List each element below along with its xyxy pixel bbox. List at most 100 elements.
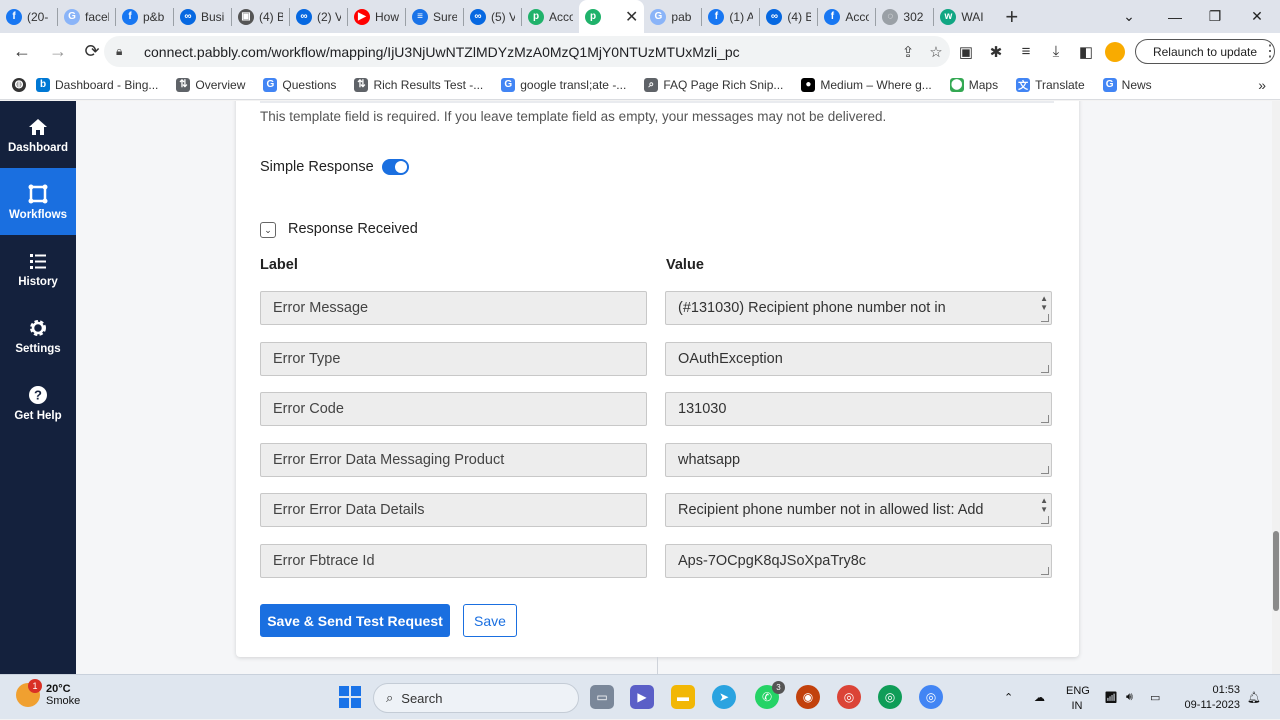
tab[interactable]: ≡ Sure [406, 0, 463, 33]
media-icon[interactable]: ≡ [1015, 41, 1037, 63]
chrome-icon[interactable]: ◎ [837, 685, 861, 709]
bookmark-item[interactable]: ⬤ Maps [949, 77, 998, 92]
url-text[interactable]: connect.pabbly.com/workflow/mapping/IjU3… [144, 44, 894, 60]
resize-grip-icon[interactable] [1041, 516, 1049, 524]
label-field[interactable]: Error Error Data Messaging Product [260, 443, 647, 477]
reload-button[interactable]: ⟳ [78, 38, 106, 66]
tab[interactable]: ∞ (4) B [760, 0, 817, 33]
file-explorer-icon[interactable]: ▬ [671, 685, 695, 709]
download-icon[interactable]: ⤓ [1045, 41, 1067, 63]
chrome-profile-icon[interactable]: ◎ [878, 685, 902, 709]
value-field[interactable]: whatsapp [665, 443, 1052, 477]
forward-button[interactable]: → [44, 38, 72, 66]
teams-icon[interactable]: ▶ [630, 685, 654, 709]
scroll-spinner-icon[interactable]: ▲ ▼ [1040, 496, 1048, 514]
weather-widget[interactable]: 1 20°C Smoke [16, 679, 80, 707]
chrome-alt-icon[interactable]: ◎ [919, 685, 943, 709]
value-field[interactable]: Recipient phone number not in allowed li… [665, 493, 1052, 527]
resize-grip-icon[interactable] [1041, 365, 1049, 373]
extension-m-icon[interactable]: ▣ [955, 41, 977, 63]
sidebar-item-history[interactable]: History [0, 235, 76, 302]
resize-grip-icon[interactable] [1041, 466, 1049, 474]
wifi-icon[interactable]: 📶︎ [1104, 675, 1118, 720]
taskbar-search[interactable]: ⌕ Search [373, 683, 579, 713]
cloud-icon[interactable]: ☁ [1034, 675, 1045, 720]
share-icon[interactable]: ⇪ [894, 43, 922, 61]
address-bar[interactable]: 🔒︎ connect.pabbly.com/workflow/mapping/I… [104, 36, 950, 67]
resize-grip-icon[interactable] [1041, 415, 1049, 423]
battery-icon[interactable]: ▭ [1150, 675, 1160, 720]
relaunch-button[interactable]: Relaunch to update [1135, 39, 1275, 64]
save-button[interactable]: Save [463, 604, 517, 637]
tab[interactable]: ▶ How [348, 0, 405, 33]
tab-search-icon[interactable]: ⌄ [1106, 0, 1152, 33]
value-field[interactable]: OAuthException [665, 342, 1052, 376]
sidebar-item-dashboard[interactable]: Dashboard [0, 101, 76, 168]
tab[interactable]: ∞ (2) V [290, 0, 347, 33]
value-field[interactable]: (#131030) Recipient phone number not in ▲… [665, 291, 1052, 325]
menu-icon[interactable]: ⋮ [1262, 33, 1278, 70]
scrollbar-thumb[interactable] [1273, 531, 1279, 611]
bookmark-item[interactable]: ⇅ Overview [176, 77, 245, 92]
tab[interactable]: f (20- [0, 0, 57, 33]
profile-avatar[interactable] [1105, 41, 1125, 62]
chevron-up-icon[interactable]: ⌃ [1004, 675, 1013, 720]
tab[interactable]: p ✕ [579, 0, 645, 33]
tab[interactable]: f Acco [818, 0, 875, 33]
sidebar-item-get-help[interactable]: ? Get Help [0, 369, 76, 436]
maximize-button[interactable]: ❐ [1192, 0, 1238, 33]
bookmark-item[interactable]: Ggoogle transl;ate -... [501, 77, 626, 92]
lock-icon[interactable]: 🔒︎ [116, 44, 132, 59]
tab[interactable]: Gfacel [58, 0, 115, 33]
volume-icon[interactable]: 🔊︎ [1126, 675, 1133, 720]
bookmark-item[interactable]: 文 Translate [1016, 77, 1085, 92]
language-indicator[interactable]: ENG IN [1066, 684, 1090, 714]
close-window-button[interactable]: ✕ [1234, 0, 1280, 33]
resize-grip-icon[interactable] [1041, 567, 1049, 575]
chevron-down-icon[interactable]: ⌄ [260, 222, 276, 238]
sidebar-item-settings[interactable]: Settings [0, 302, 76, 369]
page-scrollbar[interactable] [1272, 101, 1280, 674]
bookmark-item[interactable]: b Dashboard - Bing... [36, 77, 158, 92]
apps-icon[interactable]: ◍ [12, 77, 26, 92]
bookmark-item[interactable]: G News [1102, 77, 1152, 92]
tab[interactable]: p Acco [522, 0, 579, 33]
scroll-spinner-icon[interactable]: ▲ ▼ [1040, 294, 1048, 312]
bookmark-item[interactable]: ⇅ Rich Results Test -... [354, 77, 483, 92]
label-field[interactable]: Error Error Data Details [260, 493, 647, 527]
value-field[interactable]: Aps-7OCpgK8qJSoXpaTry8c [665, 544, 1052, 578]
tab[interactable]: ▣ (4) B [232, 0, 289, 33]
resize-grip-icon[interactable] [1041, 314, 1049, 322]
telegram-icon[interactable]: ➤ [712, 685, 736, 709]
tab[interactable]: ◌ 302 [876, 0, 933, 33]
tab[interactable]: ∞ (5) V [464, 0, 521, 33]
clock[interactable]: 01:53 09-11-2023 [1180, 683, 1240, 713]
bookmark-item[interactable]: ● Medium – Where g... [801, 77, 932, 92]
save-send-test-button[interactable]: Save & Send Test Request [260, 604, 450, 637]
tab[interactable]: Gpab [644, 0, 701, 33]
app-icon[interactable]: ◉ [796, 685, 820, 709]
tab[interactable]: f p&b [116, 0, 173, 33]
response-received-label[interactable]: Response Received [288, 221, 418, 237]
tab[interactable]: ∞ Busi [174, 0, 231, 33]
bookmark-item[interactable]: G Questions [263, 77, 336, 92]
simple-response-toggle[interactable] [382, 159, 409, 175]
extensions-icon[interactable]: ✱ [985, 41, 1007, 63]
notification-icon[interactable]: 🔔︎ [1247, 675, 1261, 720]
tab[interactable]: w WAI [934, 0, 991, 33]
back-button[interactable]: ← [8, 38, 36, 66]
tab[interactable]: f (1) A [702, 0, 759, 33]
label-field[interactable]: Error Type [260, 342, 647, 376]
value-field[interactable]: 131030 [665, 392, 1052, 426]
label-field[interactable]: Error Fbtrace Id [260, 544, 647, 578]
new-tab-icon[interactable]: + [1005, 4, 1018, 30]
more-bookmarks-icon[interactable]: » [1258, 70, 1266, 100]
start-button[interactable] [339, 686, 361, 708]
label-field[interactable]: Error Code [260, 392, 647, 426]
bookmark-item[interactable]: ⌕ FAQ Page Rich Snip... [644, 77, 783, 92]
bookmark-star-icon[interactable]: ☆ [922, 43, 950, 61]
sidebar-item-workflows[interactable]: Workflows [0, 168, 76, 235]
close-icon[interactable]: ✕ [625, 7, 638, 27]
whatsapp-icon[interactable]: ✆ 3 [755, 681, 785, 709]
sidepanel-icon[interactable]: ◧ [1075, 41, 1097, 63]
